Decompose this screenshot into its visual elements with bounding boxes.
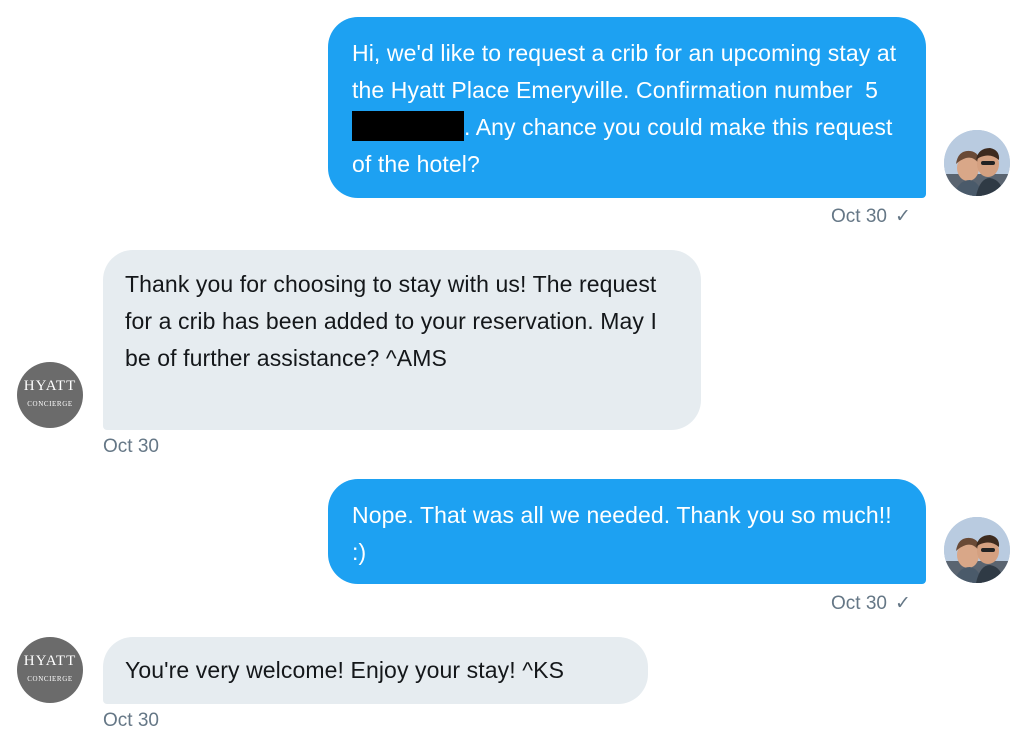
user-photo-icon bbox=[944, 517, 1010, 583]
hyatt-avatar[interactable]: HYATT CONCIERGE bbox=[17, 362, 83, 428]
hyatt-logo-subtitle: CONCIERGE bbox=[27, 675, 73, 683]
user-photo-icon bbox=[944, 130, 1010, 196]
message-text: Hi, we'd like to request a crib for an u… bbox=[352, 40, 897, 103]
hyatt-avatar[interactable]: HYATT CONCIERGE bbox=[17, 637, 83, 703]
message-text: Nope. That was all we needed. Thank you … bbox=[352, 502, 892, 565]
outgoing-message-bubble[interactable]: Hi, we'd like to request a crib for an u… bbox=[328, 17, 926, 198]
check-icon: ✓ bbox=[894, 593, 911, 614]
message-text: Thank you for choosing to stay with us! … bbox=[125, 271, 657, 371]
hyatt-logo-subtitle: CONCIERGE bbox=[27, 400, 73, 408]
incoming-message-bubble[interactable]: You're very welcome! Enjoy your stay! ^K… bbox=[103, 637, 648, 704]
outgoing-message-bubble[interactable]: Nope. That was all we needed. Thank you … bbox=[328, 479, 926, 584]
hyatt-logo-wordmark: HYATT bbox=[23, 378, 77, 394]
message-timestamp: Oct 30 bbox=[103, 436, 159, 457]
message-text: You're very welcome! Enjoy your stay! ^K… bbox=[125, 657, 565, 683]
dm-conversation: Hi, we'd like to request a crib for an u… bbox=[0, 0, 1024, 750]
hyatt-logo-wordmark: HYATT bbox=[23, 653, 77, 669]
check-icon: ✓ bbox=[894, 206, 911, 227]
message-timestamp: Oct 30 ✓ bbox=[831, 206, 911, 227]
message-timestamp: Oct 30 bbox=[103, 710, 159, 731]
user-avatar[interactable] bbox=[944, 130, 1010, 196]
incoming-message-bubble[interactable]: Thank you for choosing to stay with us! … bbox=[103, 250, 701, 430]
user-avatar[interactable] bbox=[944, 517, 1010, 583]
message-timestamp: Oct 30 ✓ bbox=[831, 593, 911, 614]
